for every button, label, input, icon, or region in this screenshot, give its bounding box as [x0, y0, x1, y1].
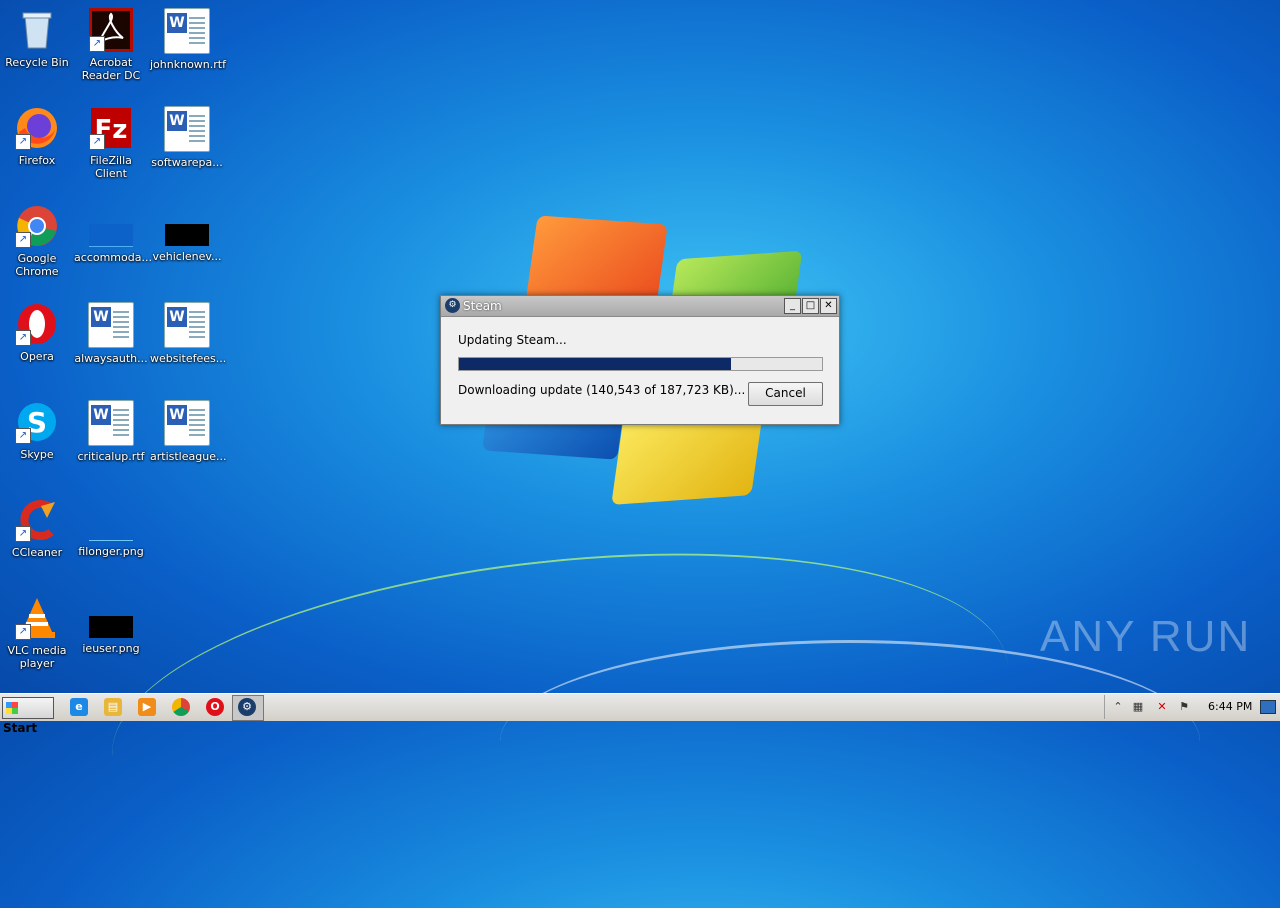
update-status-text: Updating Steam...	[458, 333, 567, 347]
desktop-icon-artistleague[interactable]: W artistleague...	[150, 400, 227, 463]
steam-taskbar-button[interactable]: ⚙	[232, 695, 264, 721]
chrome-icon: ↗	[15, 204, 59, 248]
shortcut-arrow-icon: ↗	[15, 330, 31, 346]
desktop-icon-label: Acrobat Reader DC	[81, 56, 141, 82]
system-tray: ⌃ ▦ ✕ ⚑	[1104, 695, 1280, 719]
close-button[interactable]: ✕	[820, 298, 837, 314]
desktop-icon-label: filonger.png	[78, 545, 144, 558]
maximize-button[interactable]: □	[802, 298, 819, 314]
steam-icon: ⚙	[445, 298, 460, 313]
filezilla-icon: Fz ↗	[89, 106, 133, 150]
desktop-icon-label: criticalup.rtf	[77, 450, 145, 463]
shortcut-arrow-icon: ↗	[15, 526, 31, 542]
image-thumbnail-icon	[89, 518, 133, 541]
desktop-icon-label: ieuser.png	[82, 642, 140, 655]
start-button[interactable]: Start	[2, 697, 54, 735]
shortcut-arrow-icon: ↗	[89, 134, 105, 150]
windows-flag-icon	[6, 702, 18, 714]
flag-icon[interactable]: ⚑	[1177, 700, 1191, 714]
desktop-icon-label: Skype	[20, 448, 54, 461]
desktop-icon-vehiclenev[interactable]: vehiclenev...	[150, 204, 224, 263]
desktop-icon-label: accommoda...	[74, 251, 152, 264]
explorer-icon[interactable]: ▤	[104, 698, 122, 716]
desktop-icon-filezilla[interactable]: Fz ↗ FileZilla Client	[74, 106, 148, 180]
desktop-icon-recycle-bin[interactable]: Recycle Bin	[0, 8, 74, 69]
shortcut-arrow-icon: ↗	[15, 428, 31, 444]
desktop-icon-label: softwarepa...	[151, 156, 223, 169]
skype-icon: S ↗	[15, 400, 59, 444]
desktop-icon-vlc[interactable]: ↗ VLC media player	[0, 596, 74, 670]
volume-muted-icon[interactable]: ✕	[1155, 700, 1169, 714]
word-document-icon: W	[88, 302, 134, 348]
chevron-up-icon[interactable]: ⌃	[1111, 700, 1125, 714]
desktop-icon-alwaysauth[interactable]: W alwaysauth...	[74, 302, 148, 365]
word-document-icon: W	[164, 302, 210, 348]
acrobat-icon: ↗	[89, 8, 133, 52]
word-document-icon: W	[164, 400, 210, 446]
desktop-icon-label: johnknown.rtf	[150, 58, 226, 71]
desktop-icon-label: vehiclenev...	[152, 250, 222, 263]
desktop-icon-ccleaner[interactable]: ↗ CCleaner	[0, 498, 74, 559]
taskbar: Start e ▤ ▶ O ⚙ ⌃ ▦ ✕ ⚑ 6:44 PM	[0, 693, 1280, 735]
desktop-icon-chrome[interactable]: ↗ Google Chrome	[0, 204, 74, 278]
desktop-icon-websitefees[interactable]: W websitefees...	[150, 302, 227, 365]
word-document-icon: W	[164, 8, 210, 54]
opera-icon: ↗	[15, 302, 59, 346]
anyrun-watermark: ANY RUN	[1040, 612, 1252, 661]
desktop-icon-accommoda[interactable]: accommoda...	[74, 204, 152, 264]
desktop-icon-label: FileZilla Client	[90, 154, 132, 180]
shortcut-arrow-icon: ↗	[89, 36, 105, 52]
desktop-icon-skype[interactable]: S ↗ Skype	[0, 400, 74, 461]
chrome-icon[interactable]	[172, 698, 190, 716]
desktop-icon-acrobat[interactable]: ↗ Acrobat Reader DC	[74, 8, 148, 82]
cancel-button[interactable]: Cancel	[748, 382, 823, 406]
image-thumbnail-icon	[165, 224, 209, 246]
minimize-button[interactable]: _	[784, 298, 801, 314]
desktop-icon-label: Google Chrome	[15, 252, 59, 278]
image-thumbnail-icon	[89, 224, 133, 247]
opera-icon[interactable]: O	[206, 698, 224, 716]
shortcut-arrow-icon: ↗	[15, 134, 31, 150]
desktop-icon-label: CCleaner	[11, 546, 63, 559]
recycle-bin-icon	[15, 8, 59, 52]
desktop-icon-ieuser[interactable]: ieuser.png	[74, 596, 148, 655]
clock[interactable]: 6:44 PM	[1208, 700, 1252, 713]
vlc-icon: ↗	[15, 596, 59, 640]
desktop-icon-johnknown[interactable]: W johnknown.rtf	[150, 8, 226, 71]
dialog-titlebar[interactable]: ⚙ Steam _ □ ✕	[441, 296, 839, 317]
desktop-icon-criticalup[interactable]: W criticalup.rtf	[74, 400, 148, 463]
wallpaper-swoosh-2	[500, 640, 1200, 843]
firefox-icon: ↗	[15, 106, 59, 150]
ie-icon[interactable]: e	[70, 698, 88, 716]
desktop-icon-label: Firefox	[18, 154, 56, 167]
progress-fill	[459, 358, 732, 370]
desktop-icon-label: alwaysauth...	[74, 352, 148, 365]
word-document-icon: W	[164, 106, 210, 152]
update-progress-bar	[458, 357, 823, 371]
desktop-icon-label: Recycle Bin	[5, 56, 69, 69]
steam-icon: ⚙	[238, 698, 256, 716]
network-icon[interactable]: ▦	[1131, 700, 1145, 714]
start-label: Start	[3, 721, 38, 735]
steam-update-dialog: ⚙ Steam _ □ ✕ Updating Steam... Download…	[440, 295, 840, 425]
desktop-icon-firefox[interactable]: ↗ Firefox	[0, 106, 74, 167]
desktop-icon-opera[interactable]: ↗ Opera	[0, 302, 74, 363]
dialog-title: Steam	[463, 299, 502, 313]
word-document-icon: W	[88, 400, 134, 446]
desktop-icon-filonger[interactable]: filonger.png	[74, 498, 148, 558]
desktop-icon-softwarepa[interactable]: W softwarepa...	[150, 106, 224, 169]
desktop-icon-label: VLC media player	[7, 644, 67, 670]
shortcut-arrow-icon: ↗	[15, 624, 31, 640]
image-thumbnail-icon	[89, 616, 133, 638]
desktop-icon-label: websitefees...	[150, 352, 227, 365]
show-desktop-icon[interactable]	[1260, 700, 1276, 714]
ccleaner-icon: ↗	[15, 498, 59, 542]
download-detail-text: Downloading update (140,543 of 187,723 K…	[458, 383, 746, 397]
media-player-icon[interactable]: ▶	[138, 698, 156, 716]
desktop-icon-label: Opera	[20, 350, 54, 363]
shortcut-arrow-icon: ↗	[15, 232, 31, 248]
desktop-icon-label: artistleague...	[150, 450, 227, 463]
